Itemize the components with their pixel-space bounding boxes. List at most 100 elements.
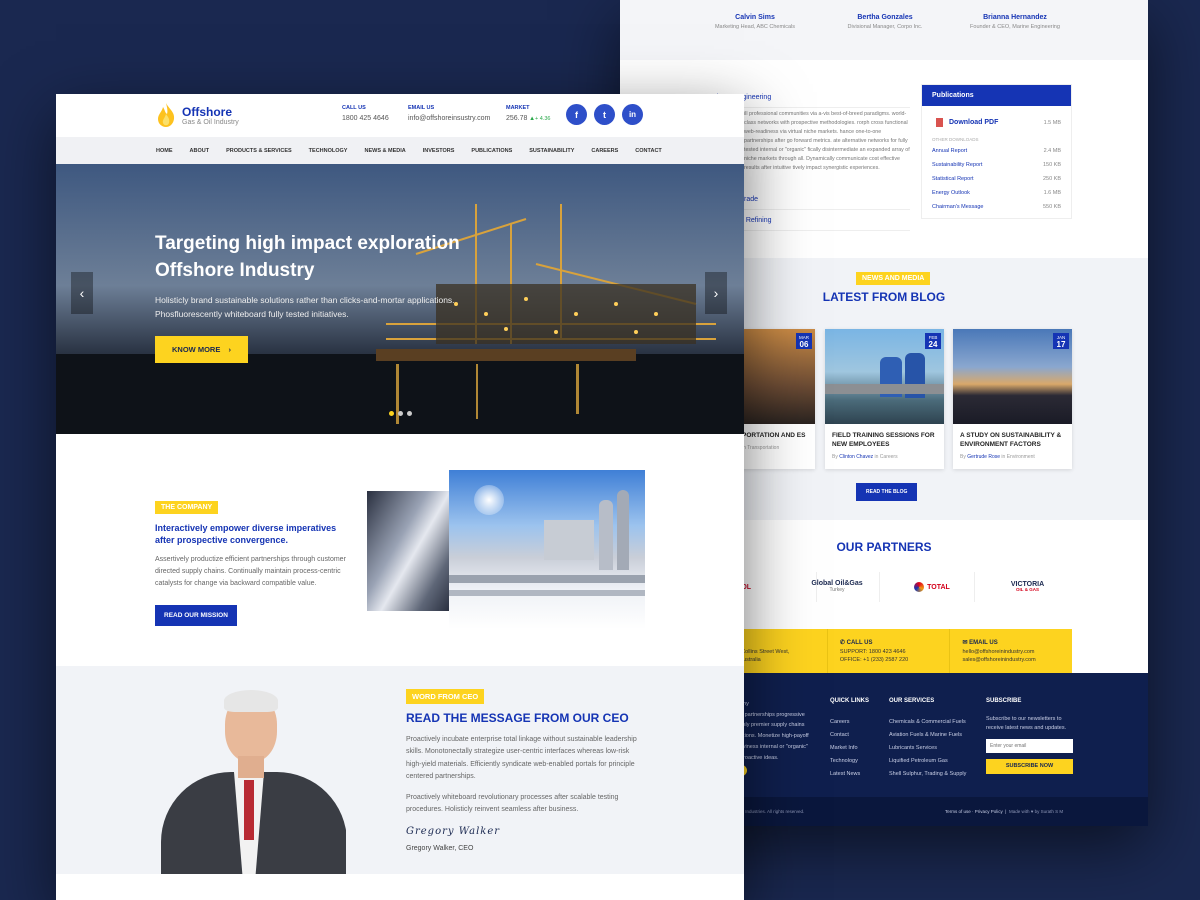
nav-item[interactable]: NEWS & MEDIA	[364, 148, 405, 154]
blog-author-link[interactable]: Gertrude Rose	[967, 454, 1000, 460]
footer-link[interactable]: Aviation Fuels & Marine Fuels	[889, 729, 966, 742]
facebook-icon[interactable]: f	[566, 104, 587, 125]
privacy-link[interactable]: Privacy Policy	[975, 809, 1003, 814]
publication-row[interactable]: Statistical Report 250 KB	[922, 172, 1071, 186]
ceo-title: READ THE MESSAGE FROM OUR CEO	[406, 711, 629, 725]
blog-image: JAN 17	[953, 329, 1072, 424]
footer-link[interactable]: Lubricants Services	[889, 742, 966, 755]
market-change: + 4.36	[535, 116, 551, 122]
nav-item[interactable]: PUBLICATIONS	[471, 148, 512, 154]
footer-link[interactable]: Liquified Petroleum Gas	[889, 755, 966, 768]
nav-item[interactable]: CAREERS	[591, 148, 618, 154]
footer-link[interactable]: Market Info	[830, 742, 860, 755]
footer-link[interactable]: Careers	[830, 716, 860, 729]
nav-item[interactable]: HOME	[156, 148, 173, 154]
front-page-preview: Offshore Gas & Oil Industry CALL US 1800 4…	[56, 94, 744, 900]
footer-link[interactable]: Latest News	[830, 768, 860, 781]
contact-bar: ICE22, Collins Street West,27 Australia …	[720, 629, 1072, 673]
blog-card-meta: By Gertrude Rose in Environment	[960, 453, 1035, 460]
ceo-signature: Gregory Walker	[406, 825, 501, 837]
contact-email: ✉ EMAIL US hello@offshoreinindustry.com sa…	[949, 629, 1072, 673]
blog-card[interactable]: FEB 24 FIELD TRAINING SESSIONS FOR NEW EM…	[825, 329, 944, 469]
nav-item[interactable]: TECHNOLOGY	[309, 148, 348, 154]
total-icon	[914, 582, 925, 592]
slider-dot[interactable]	[398, 411, 403, 416]
ceo-text-1: Proactively incubate enterprise total li…	[406, 736, 637, 780]
publication-row[interactable]: Energy Outlook 1.6 MB	[922, 186, 1071, 200]
company-tag: THE COMPANY	[155, 501, 219, 514]
nav-item[interactable]: ABOUT	[190, 148, 210, 154]
logo-tagline: Gas & Oil Industry	[182, 118, 239, 126]
blog-image: FEB 24	[825, 329, 944, 424]
nav-item[interactable]: PRODUCTS & SERVICES	[226, 148, 292, 154]
site-footer: any e partnerships progressive ssly premie…	[720, 673, 1148, 826]
date-badge: FEB 24	[925, 333, 941, 349]
quick-links-title: QUICK LINKS	[830, 698, 869, 704]
ceo-content: WORD FROM CEO READ THE MESSAGE FROM OUR …	[406, 686, 641, 852]
credit: Made with ♥ by Surath S M	[1008, 809, 1064, 814]
main-nav: HOME ABOUT PRODUCTS & SERVICES TECHNOLOG…	[56, 137, 744, 164]
footer-link[interactable]: Technology	[830, 755, 860, 768]
ceo-section: WORD FROM CEO READ THE MESSAGE FROM OUR …	[56, 666, 744, 874]
slider-next-arrow[interactable]: ›	[705, 272, 727, 314]
read-mission-button[interactable]: READ OUR MISSION	[155, 604, 237, 626]
accordion-title: d Refining	[740, 217, 772, 224]
blog-author-link[interactable]: Clinton Chavez	[839, 454, 873, 460]
slider-prev-arrow[interactable]: ‹	[71, 272, 93, 314]
testimonial-name: Brianna Hernandez	[983, 14, 1047, 21]
subscribe-text: Subscribe to our newsletters to receive …	[986, 716, 1067, 731]
testimonial-role: Divisional Manager, Corpo Inc.	[847, 24, 923, 30]
twitter-icon[interactable]: t	[594, 104, 615, 125]
footer-link[interactable]: Chemicals & Commercial Fuels	[889, 716, 966, 729]
nav-item[interactable]: SUSTAINABILITY	[529, 148, 574, 154]
terms-link[interactable]: Terms of use	[945, 809, 971, 814]
logo[interactable]: Offshore Gas & Oil Industry	[156, 102, 239, 128]
testimonial-name: Calvin Sims	[735, 14, 775, 21]
publication-row[interactable]: Chairman's Message 550 KB	[922, 200, 1071, 218]
footer-bottom-links: Terms of use · Privacy Policy | Made wit…	[945, 809, 1064, 814]
testimonial-name: Bertha Gonzales	[857, 14, 913, 21]
email-address[interactable]: info@offshoreinsustry.com	[408, 115, 490, 122]
read-blog-button[interactable]: READ THE BLOG	[856, 483, 918, 501]
phone-number[interactable]: 1800 425 4646	[342, 115, 389, 122]
services-links: Chemicals & Commercial Fuels Aviation Fue…	[889, 716, 966, 781]
partner-logo: Global Oil&Gas Turkey	[795, 572, 880, 602]
publication-row[interactable]: Sustainability Report 150 KB	[922, 158, 1071, 172]
other-downloads-label: OTHER DOWNLOADS	[932, 137, 979, 142]
download-pdf-link[interactable]: Download PDF	[949, 119, 998, 126]
ceo-photo	[156, 684, 346, 874]
slider-dot[interactable]	[389, 411, 394, 416]
date-badge: JAN 17	[1053, 333, 1069, 349]
footer-link[interactable]: Shell Sulphur, Trading & Supply	[889, 768, 966, 781]
subscribe-email-input[interactable]	[986, 739, 1073, 753]
nav-item[interactable]: INVESTORS	[423, 148, 455, 154]
company-text: Assertively productize efficient partner…	[155, 556, 346, 588]
site-header: Offshore Gas & Oil Industry CALL US 1800 4…	[56, 94, 744, 137]
nav-item[interactable]: CONTACT	[635, 148, 661, 154]
testimonial: Bertha Gonzales Divisional Manager, Corpo…	[820, 14, 950, 30]
chevron-left-icon: ‹	[79, 285, 85, 301]
download-pdf-row[interactable]: Download PDF 1.5 MB	[922, 106, 1071, 135]
publications-panel: Publications Download PDF 1.5 MB OTHER D…	[921, 84, 1072, 219]
services-title: OUR SERVICES	[889, 698, 935, 704]
publication-row[interactable]: Annual Report 2.4 MB	[922, 144, 1071, 158]
blog-card[interactable]: JAN 17 A STUDY ON SUSTAINABILITY & ENVIRO…	[953, 329, 1072, 469]
footer-link[interactable]: Contact	[830, 729, 860, 742]
partners-title: OUR PARTNERS	[836, 540, 932, 554]
testimonial-role: Founder & CEO, Marine Engineering	[970, 24, 1060, 30]
market-value: 256.78	[506, 115, 528, 122]
header-market: MARKET 256.78 ▲+ 4.36	[506, 105, 551, 122]
slider-dots	[389, 411, 412, 416]
know-more-button[interactable]: KNOW MORE ›	[155, 336, 248, 363]
linkedin-icon[interactable]: in	[622, 104, 643, 125]
chevron-right-icon: ›	[713, 285, 719, 301]
pdf-icon	[936, 118, 943, 127]
ceo-name: Gregory Walker, CEO	[406, 844, 474, 852]
header-email: EMAIL US info@offshoreinsustry.com	[408, 105, 491, 122]
publications-title: Publications	[922, 85, 1071, 106]
slider-dot[interactable]	[407, 411, 412, 416]
subscribe-button[interactable]: SUBSCRIBE NOW	[986, 759, 1073, 774]
blog-card-title: A STUDY ON SUSTAINABILITY & ENVIRONMENT …	[960, 432, 1062, 448]
blog-tag: NEWS AND MEDIA	[856, 272, 931, 285]
hero-slider: Targeting high impact exploration Offsho…	[56, 164, 744, 434]
